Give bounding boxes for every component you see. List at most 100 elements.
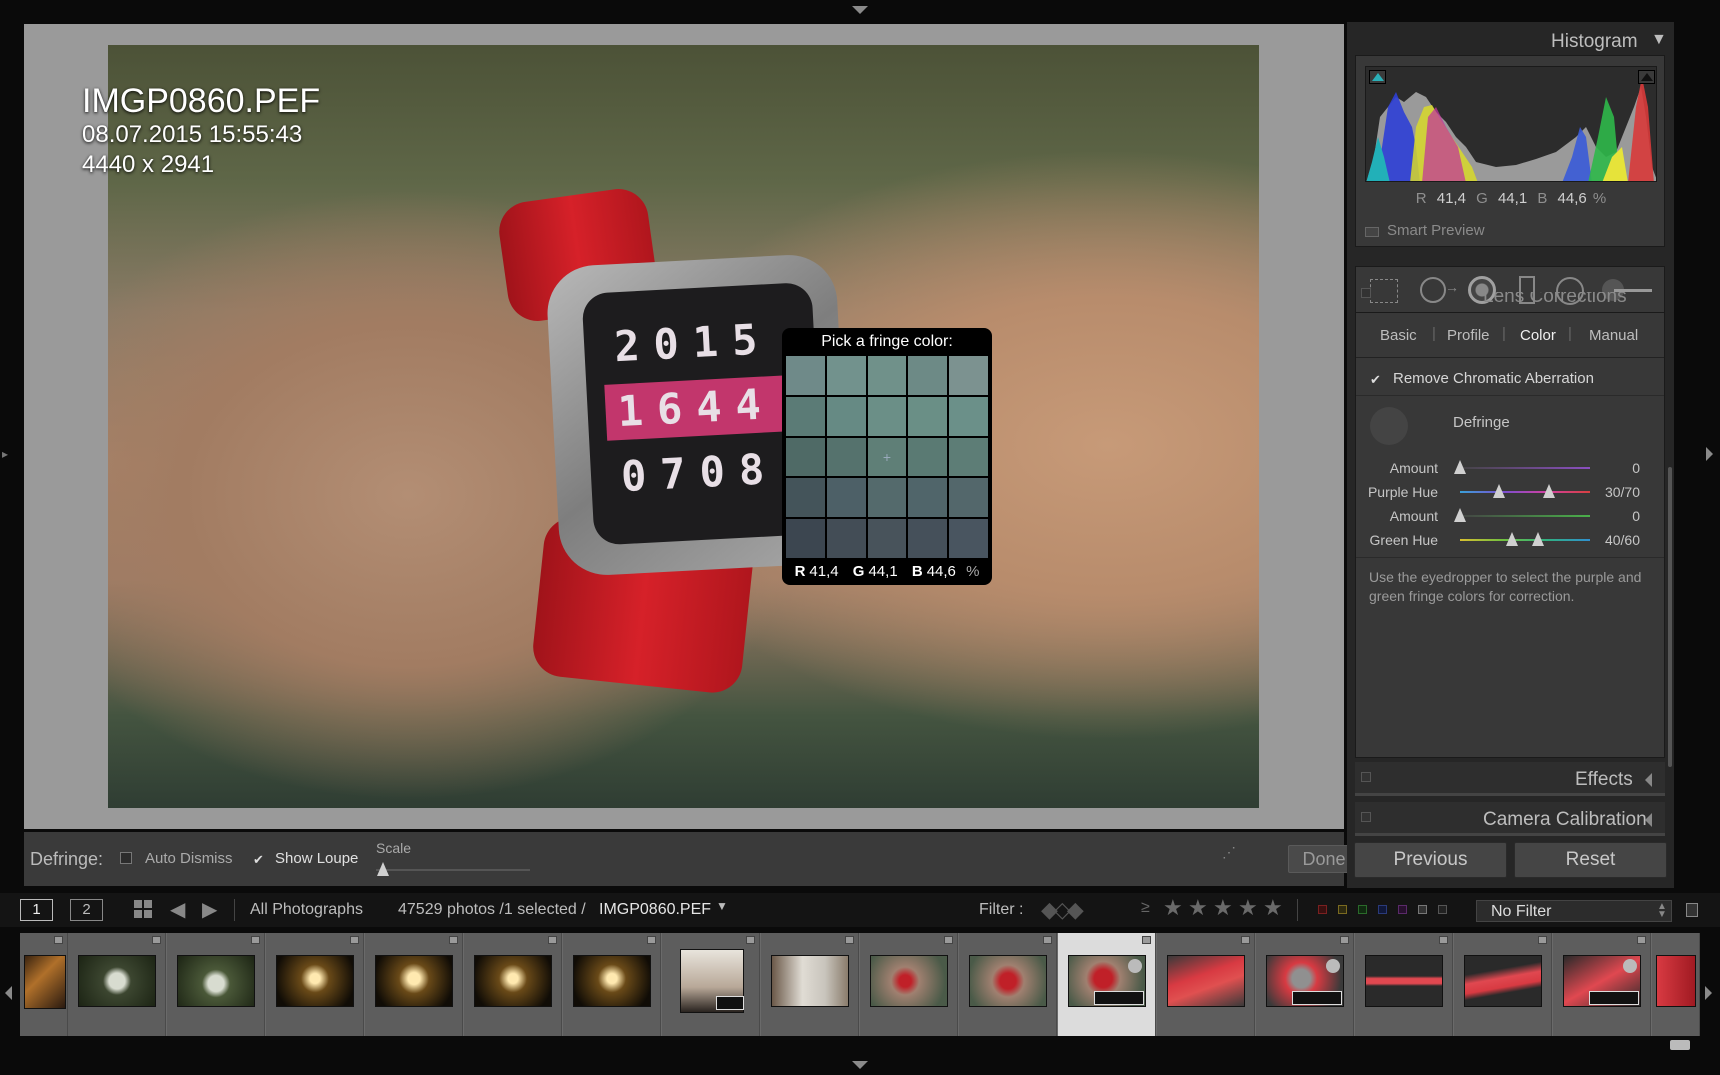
purple-hue-value[interactable]: 30/70: [1605, 484, 1640, 500]
effects-header[interactable]: Effects: [1355, 762, 1665, 796]
selected-filename[interactable]: IMGP0860.PEF: [599, 901, 711, 919]
source-label[interactable]: All Photographs: [250, 901, 363, 919]
secondary-window-button[interactable]: 2: [70, 899, 103, 921]
scale-slider-thumb[interactable]: [377, 862, 389, 876]
red-label-filter[interactable]: [1318, 905, 1327, 914]
filmstrip-cell[interactable]: [68, 933, 166, 1036]
filmstrip-scroll-right-icon[interactable]: [1705, 986, 1712, 1000]
shadow-clipping-toggle[interactable]: [1369, 70, 1386, 84]
thumbnail[interactable]: [1656, 955, 1696, 1007]
green-hue-value[interactable]: 40/60: [1605, 532, 1640, 548]
filmstrip-cell[interactable]: [20, 933, 68, 1036]
thumbnail[interactable]: [276, 955, 354, 1007]
flag-filter-icons[interactable]: ◆◇◆: [1041, 897, 1084, 923]
left-panel-toggle-icon[interactable]: ▸: [2, 447, 8, 461]
effects-expand-icon[interactable]: [1645, 773, 1652, 787]
rating-gte-symbol[interactable]: ≥: [1141, 899, 1150, 917]
filmstrip-cell[interactable]: [266, 933, 364, 1036]
tab-color[interactable]: Color: [1520, 327, 1556, 344]
purple-amount-track[interactable]: [1460, 467, 1590, 469]
filmstrip-scrollbar-thumb[interactable]: [1670, 1040, 1690, 1050]
yellow-label-filter[interactable]: [1338, 905, 1347, 914]
thumbnail[interactable]: [573, 955, 651, 1007]
thumbnail[interactable]: [969, 955, 1047, 1007]
lens-corrections-title[interactable]: Lens Corrections: [1483, 292, 1627, 308]
filmstrip-cell[interactable]: [1157, 933, 1255, 1036]
purple-hue-track[interactable]: [1460, 491, 1590, 493]
purple-label-filter[interactable]: [1398, 905, 1407, 914]
green-hue-high-thumb[interactable]: [1532, 532, 1544, 546]
custom-label-filter[interactable]: [1418, 905, 1427, 914]
thumbnail[interactable]: [1365, 955, 1443, 1007]
lens-corrections-header[interactable]: Lens Corrections: [1355, 292, 1665, 308]
effects-toggle[interactable]: [1361, 772, 1371, 782]
thumbnail[interactable]: [24, 955, 66, 1009]
blue-label-filter[interactable]: [1378, 905, 1387, 914]
star-2-icon[interactable]: ★: [1188, 895, 1208, 921]
filter-preset-arrows-icon[interactable]: ▲ ▼: [1657, 902, 1667, 920]
camera-calibration-header[interactable]: Camera Calibration: [1355, 802, 1665, 836]
camera-calibration-toggle[interactable]: [1361, 812, 1371, 822]
purple-amount-value[interactable]: 0: [1632, 460, 1640, 476]
top-panel-toggle-icon[interactable]: [852, 6, 868, 14]
filmstrip-cell[interactable]: [959, 933, 1057, 1036]
grid-view-icon[interactable]: [134, 900, 152, 918]
green-amount-track[interactable]: [1460, 515, 1590, 517]
star-1-icon[interactable]: ★: [1163, 895, 1183, 921]
filmstrip-scroll-left-icon[interactable]: [5, 986, 12, 1000]
star-5-icon[interactable]: ★: [1263, 895, 1283, 921]
smart-preview-label[interactable]: Smart Preview: [1387, 222, 1485, 239]
thumbnail[interactable]: [771, 955, 849, 1007]
filmstrip-cell[interactable]: [1256, 933, 1354, 1036]
filename-dropdown-icon[interactable]: ▼: [716, 899, 728, 913]
previous-button[interactable]: Previous: [1354, 842, 1507, 878]
green-hue-low-thumb[interactable]: [1506, 532, 1518, 546]
filmstrip-cell-selected[interactable]: [1058, 933, 1156, 1036]
purple-amount-thumb[interactable]: [1454, 460, 1466, 474]
star-3-icon[interactable]: ★: [1213, 895, 1233, 921]
effects-title[interactable]: Effects: [1575, 769, 1633, 791]
filmstrip-cell[interactable]: [662, 933, 760, 1036]
green-label-filter[interactable]: [1358, 905, 1367, 914]
reset-button[interactable]: Reset: [1514, 842, 1667, 878]
right-panel-scrollbar[interactable]: [1668, 467, 1672, 767]
thumbnail[interactable]: [177, 955, 255, 1007]
green-amount-value[interactable]: 0: [1632, 508, 1640, 524]
main-window-button[interactable]: 1: [20, 899, 53, 921]
auto-dismiss-checkbox[interactable]: [120, 852, 132, 864]
green-hue-track[interactable]: [1460, 539, 1590, 541]
filmstrip-cell[interactable]: [1355, 933, 1453, 1036]
bottom-panel-toggle-icon[interactable]: [852, 1061, 868, 1069]
loupe-view[interactable]: 2015 1644 0708 IMGP0860.PEF 08.07.2015 1…: [24, 24, 1344, 829]
filmstrip-cell[interactable]: [761, 933, 859, 1036]
thumbnail[interactable]: [78, 955, 156, 1007]
star-4-icon[interactable]: ★: [1238, 895, 1258, 921]
camera-calibration-expand-icon[interactable]: [1645, 813, 1652, 827]
filmstrip-cell[interactable]: [1454, 933, 1552, 1036]
show-loupe-checkbox[interactable]: [252, 852, 264, 868]
highlight-clipping-toggle[interactable]: [1638, 70, 1655, 84]
tab-basic[interactable]: Basic: [1380, 327, 1417, 344]
filter-lock-icon[interactable]: [1686, 903, 1698, 917]
remove-ca-label[interactable]: Remove Chromatic Aberration: [1393, 370, 1594, 387]
remove-ca-checkbox[interactable]: [1369, 372, 1381, 388]
filmstrip-cell[interactable]: [464, 933, 562, 1036]
back-arrow-icon[interactable]: ◀: [170, 897, 185, 922]
filmstrip-cell[interactable]: [860, 933, 958, 1036]
purple-hue-high-thumb[interactable]: [1543, 484, 1555, 498]
filter-preset-value[interactable]: No Filter: [1491, 903, 1551, 921]
show-loupe-label[interactable]: Show Loupe: [275, 850, 358, 867]
forward-arrow-icon[interactable]: ▶: [202, 897, 217, 922]
auto-dismiss-label[interactable]: Auto Dismiss: [145, 850, 233, 867]
no-label-filter[interactable]: [1438, 905, 1447, 914]
camera-calibration-title[interactable]: Camera Calibration: [1483, 809, 1647, 831]
thumbnail[interactable]: [474, 955, 552, 1007]
filmstrip-cell[interactable]: [365, 933, 463, 1036]
tab-profile[interactable]: Profile: [1447, 327, 1490, 344]
eyedropper-icon[interactable]: [1370, 407, 1408, 445]
thumbnail[interactable]: [870, 955, 948, 1007]
purple-hue-low-thumb[interactable]: [1493, 484, 1505, 498]
filmstrip-cell[interactable]: [1553, 933, 1651, 1036]
histogram-title[interactable]: Histogram: [1551, 31, 1638, 53]
filmstrip-cell[interactable]: [167, 933, 265, 1036]
